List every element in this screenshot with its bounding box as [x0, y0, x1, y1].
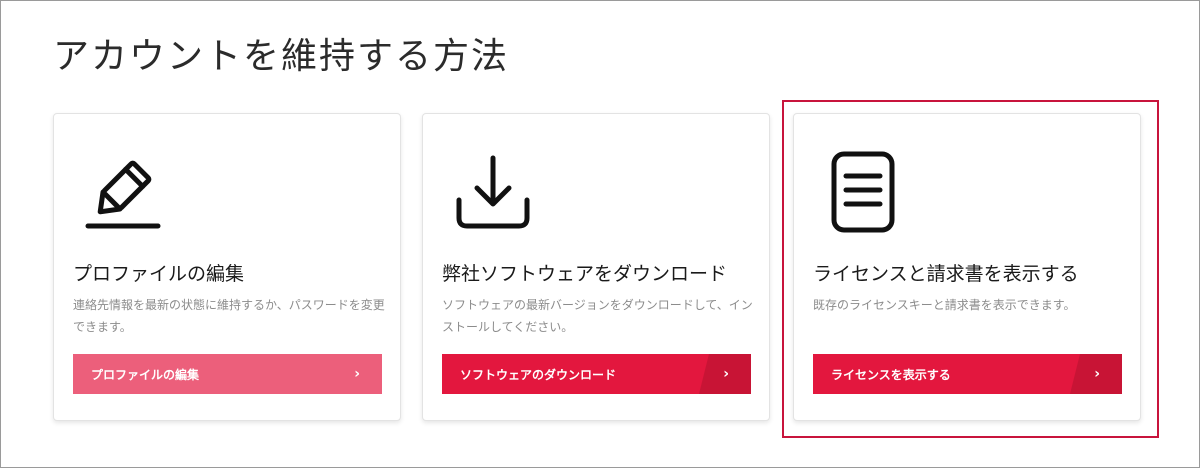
card-title: 弊社ソフトウェアをダウンロード — [442, 263, 728, 285]
pencil-icon — [82, 150, 166, 234]
chevron-right-icon: › — [1094, 366, 1100, 382]
card-description: 既存のライセンスキーと請求書を表示できます。 — [813, 298, 1076, 312]
download-icon — [451, 150, 535, 234]
view-licenses-button[interactable]: ライセンスを表示する › — [813, 354, 1122, 394]
card-view-licenses: ライセンスと請求書を表示する 既存のライセンスキーと請求書を表示できます。 ライ… — [793, 113, 1141, 421]
button-label: ライセンスを表示する — [831, 367, 951, 382]
card-edit-profile: プロファイルの編集 連絡先情報を最新の状態に維持するか、パスワードを変更できます… — [53, 113, 401, 421]
card-description: 連絡先情報を最新の状態に維持するか、パスワードを変更できます。 — [73, 298, 385, 334]
document-icon — [822, 150, 906, 234]
button-label: ソフトウェアのダウンロード — [460, 367, 617, 382]
card-title: プロファイルの編集 — [73, 263, 245, 285]
page-title: アカウントを維持する方法 — [53, 36, 510, 77]
card-description: ソフトウェアの最新バージョンをダウンロードして、インストールしてください。 — [442, 298, 753, 334]
download-software-button[interactable]: ソフトウェアのダウンロード › — [442, 354, 751, 394]
chevron-right-icon: › — [354, 366, 360, 382]
card-title: ライセンスと請求書を表示する — [813, 263, 1079, 285]
page-frame: アカウントを維持する方法 プロファイルの編集 連絡先情報を最新の状態に維持するか… — [0, 0, 1200, 468]
card-download-software: 弊社ソフトウェアをダウンロード ソフトウェアの最新バージョンをダウンロードして、… — [422, 113, 770, 421]
chevron-right-icon: › — [723, 366, 729, 382]
button-label: プロファイルの編集 — [91, 367, 200, 382]
edit-profile-button[interactable]: プロファイルの編集 › — [73, 354, 382, 394]
